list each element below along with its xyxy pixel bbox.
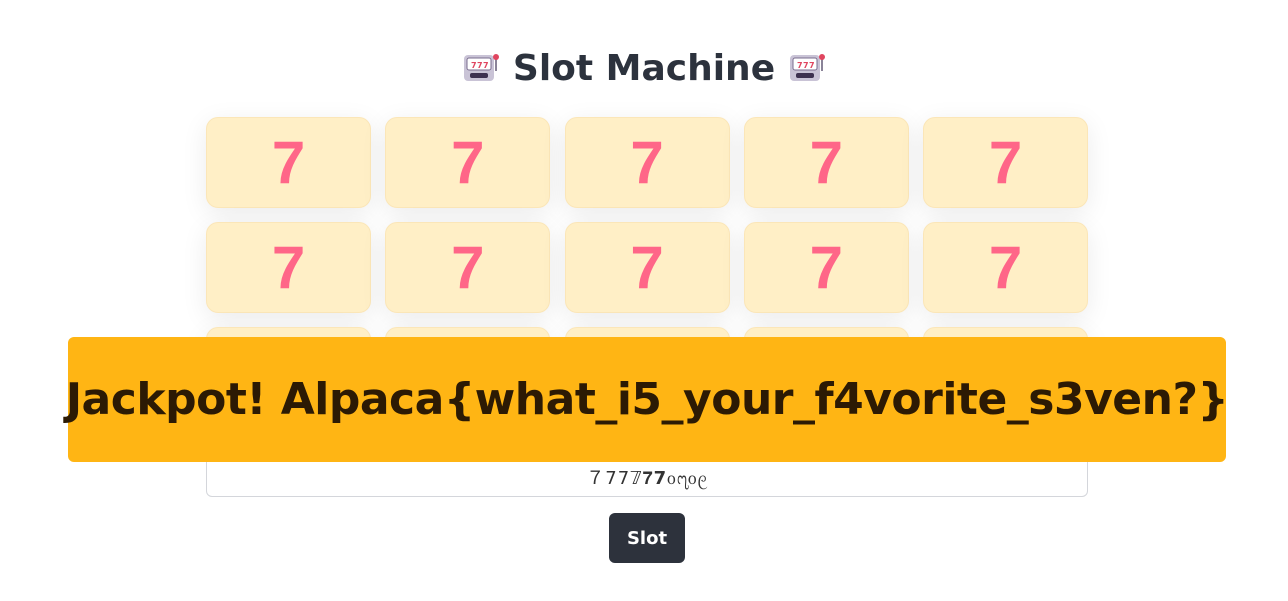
reel-cell: 7 xyxy=(564,222,730,313)
reel-cell: 7 xyxy=(743,117,909,208)
reel-cell: 7 xyxy=(385,117,551,208)
jackpot-banner: Jackpot! Alpaca{what_i5_your_f4vorite_s3… xyxy=(65,337,1229,462)
svg-text:7: 7 xyxy=(477,61,483,70)
slot-machine-page: 7 7 7 Slot Machine 7 7 7 7 7 7 7 7 7 7 7… xyxy=(0,0,1288,601)
svg-text:7: 7 xyxy=(803,61,809,70)
reel-cell: 7 xyxy=(206,222,371,313)
jackpot-message: Jackpot! Alpaca{what_i5_your_f4vorite_s3… xyxy=(65,374,1229,425)
slot-button[interactable]: Slot xyxy=(609,513,685,563)
reel-cell: 7 xyxy=(923,117,1088,208)
page-title: 7 7 7 Slot Machine 7 7 7 xyxy=(0,44,1288,94)
slot-machine-icon: 7 7 7 xyxy=(461,47,501,87)
svg-text:7: 7 xyxy=(483,61,489,70)
reel-cell: 7 xyxy=(385,222,551,313)
reel-cell: 7 xyxy=(564,117,730,208)
reel-cell: 7 xyxy=(206,117,371,208)
svg-text:7: 7 xyxy=(809,61,815,70)
slot-machine-icon: 7 7 7 xyxy=(787,47,827,87)
reel-cell: 7 xyxy=(923,222,1088,313)
svg-text:7: 7 xyxy=(797,61,803,70)
svg-text:7: 7 xyxy=(471,61,477,70)
reel-cell: 7 xyxy=(743,222,909,313)
page-title-text: Slot Machine xyxy=(512,48,776,89)
